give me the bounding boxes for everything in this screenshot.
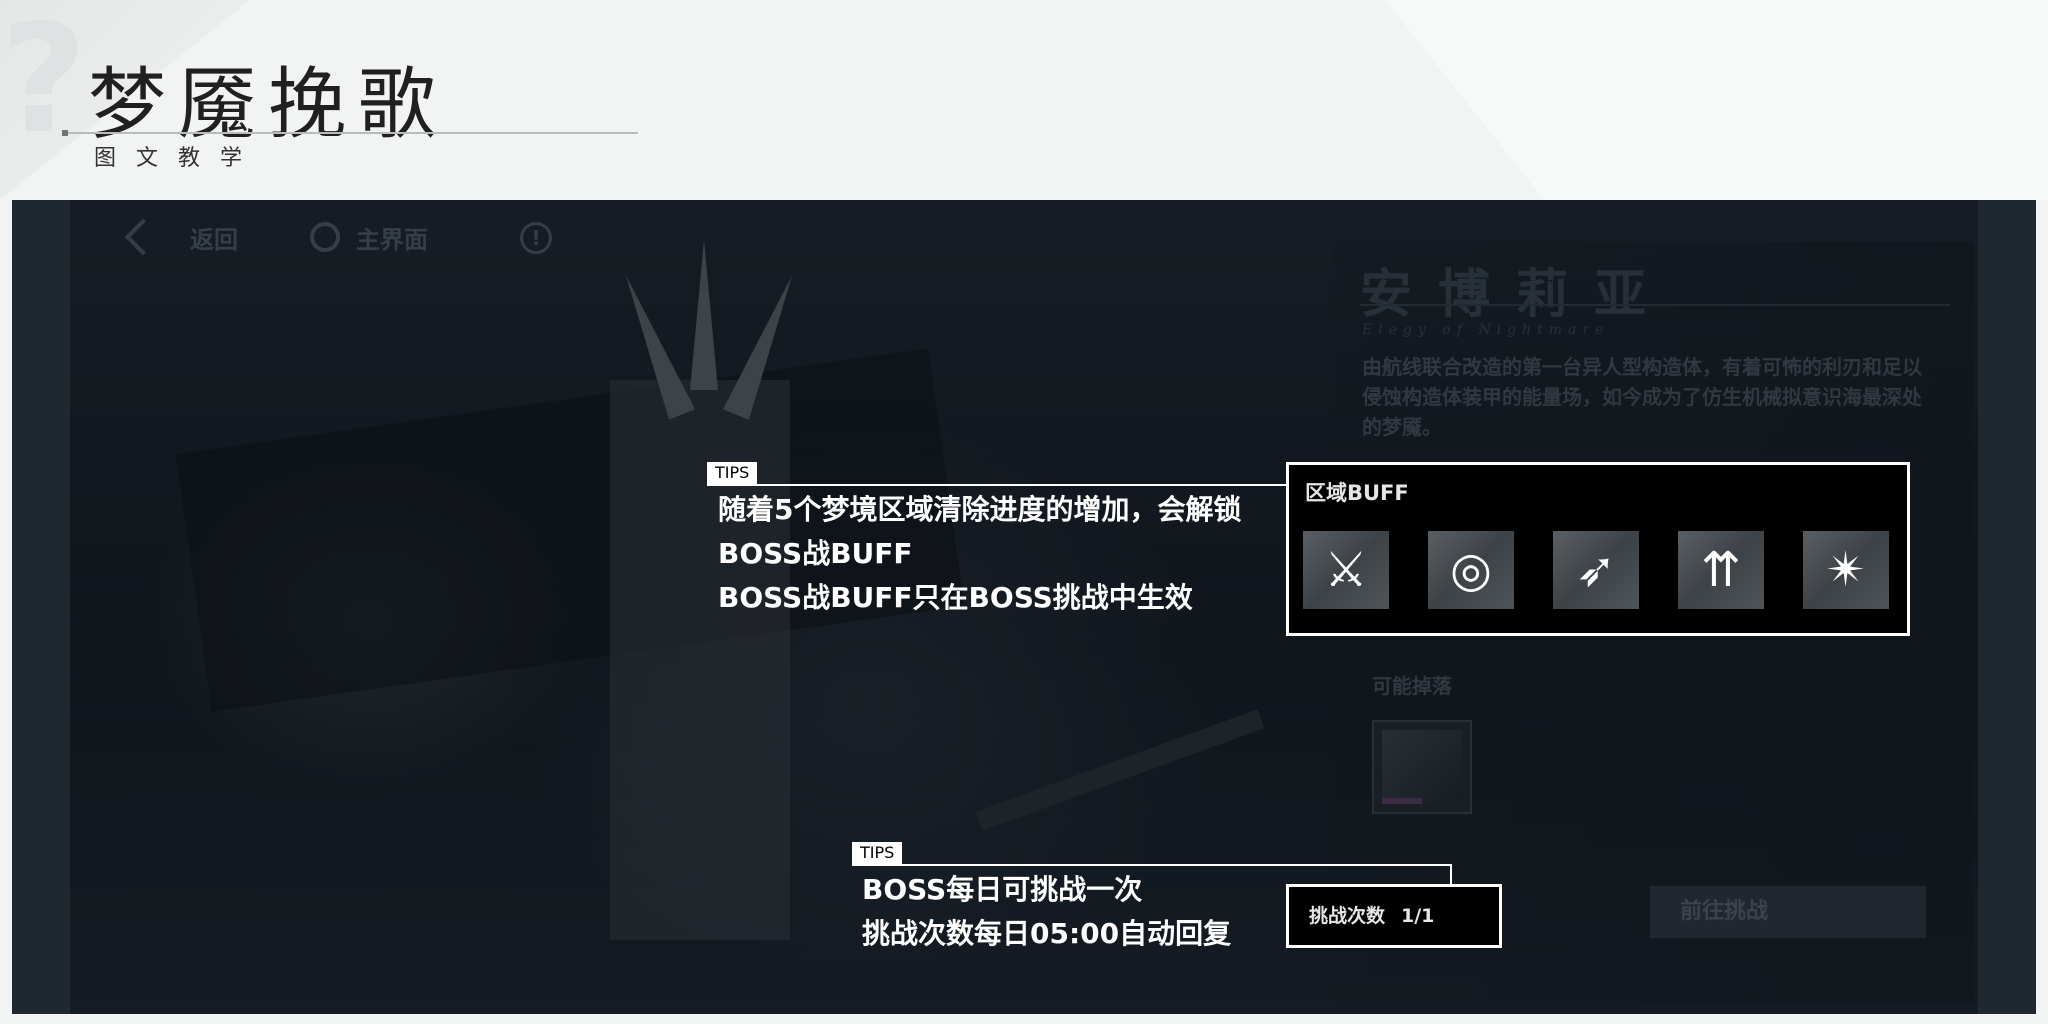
tips-line: 挑战次数每日05:00自动回复 <box>862 917 1232 950</box>
challenge-count-label: 挑战次数 <box>1309 905 1386 927</box>
tips-connector-line <box>707 484 1287 486</box>
tips-text-daily: BOSS每日可挑战一次 挑战次数每日05:00自动回复 <box>862 868 1231 956</box>
page-subtitle: 图文教学 <box>94 146 263 171</box>
blade-slash-icon[interactable]: ⚔ <box>1303 531 1389 609</box>
ring-shield-icon[interactable]: ◎ <box>1428 531 1514 609</box>
tips-line: 随着5个梦境区域清除进度的增加，会解锁 <box>718 493 1242 526</box>
claw-strike-icon[interactable]: ✴ <box>1803 531 1889 609</box>
page-title: 梦魇挽歌 <box>88 60 449 150</box>
triple-arrow-up-icon[interactable]: ⇈ <box>1678 531 1764 609</box>
tips-line: BOSS战BUFF <box>718 537 913 570</box>
tips-text-buff: 随着5个梦境区域清除进度的增加，会解锁 BOSS战BUFF BOSS战BUFF只… <box>718 488 1242 620</box>
tips-tag: TIPS <box>707 462 758 484</box>
header-decor-right <box>1385 0 2048 200</box>
title-divider <box>62 132 638 134</box>
title-divider-dot <box>62 130 68 136</box>
game-screenshot: 返回 主界面 ! 安博莉亚 Elegy of Nightmare 由航线联合改造… <box>12 200 2036 1014</box>
challenge-count-box: 挑战次数 1/1 <box>1286 884 1502 948</box>
tips-line: BOSS战BUFF只在BOSS挑战中生效 <box>718 581 1193 614</box>
tips-line: BOSS每日可挑战一次 <box>862 873 1143 906</box>
area-buff-box: 区域BUFF ⚔ ◎ ➶ ⇈ ✴ <box>1286 462 1910 636</box>
area-buff-title: 区域BUFF <box>1305 481 1409 505</box>
tips-connector-drop <box>1450 864 1452 886</box>
dash-runner-icon[interactable]: ➶ <box>1553 531 1639 609</box>
tips-tag: TIPS <box>852 842 903 864</box>
tips-connector-line <box>852 864 1452 866</box>
challenge-count-value: 1/1 <box>1401 905 1435 927</box>
